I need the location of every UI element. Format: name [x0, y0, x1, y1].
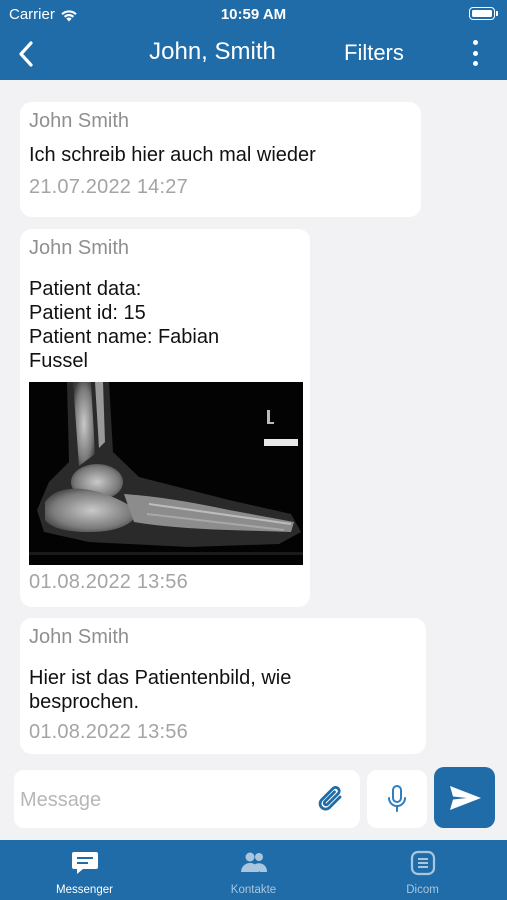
status-time: 10:59 AM: [220, 6, 287, 23]
attachment-icon[interactable]: [316, 783, 346, 815]
battery-icon: [469, 7, 498, 20]
message-sender: John Smith: [29, 237, 130, 259]
tab-dicom[interactable]: Dicom: [338, 840, 507, 900]
filters-button[interactable]: Filters: [344, 40, 404, 66]
tab-kontakte[interactable]: Kontakte: [169, 840, 338, 900]
message-text-line: besprochen.: [29, 691, 140, 713]
message-timestamp: 01.08.2022 13:56: [29, 721, 188, 743]
message-bubble[interactable]: John Smith Ich schreib hier auch mal wie…: [20, 102, 421, 217]
document-list-icon: [410, 850, 435, 876]
message-input[interactable]: Message: [14, 770, 360, 828]
message-text-line: Patient data:: [29, 278, 142, 300]
message-timestamp: 21.07.2022 14:27: [29, 176, 188, 198]
microphone-icon: [388, 785, 406, 812]
tab-bar: Messenger Kontakte Dicom: [0, 840, 507, 900]
message-text-line: Hier ist das Patientenbild, wie: [29, 667, 292, 689]
more-dot-icon: [472, 40, 478, 45]
message-bubble[interactable]: John Smith Hier ist das Patientenbild, w…: [20, 618, 426, 754]
message-text: Ich schreib hier auch mal wieder: [29, 144, 316, 166]
message-placeholder: Message: [20, 789, 102, 811]
more-options-button[interactable]: [471, 40, 479, 66]
tab-label: Messenger: [56, 884, 113, 896]
message-text-line: Fussel: [29, 350, 88, 372]
message-composer: Message: [0, 762, 507, 840]
send-icon: [449, 785, 481, 810]
chat-bubble-icon: [71, 852, 98, 874]
navigation-bar: John, Smith Filters: [0, 28, 507, 80]
message-text: Patient data: Patient id: 15 Patient nam…: [29, 277, 301, 373]
message-text-line: Patient name: Fabian: [29, 326, 220, 348]
message-bubble[interactable]: John Smith Patient data: Patient id: 15 …: [20, 229, 310, 607]
page-title: John, Smith: [149, 38, 276, 65]
xray-image[interactable]: [29, 382, 303, 565]
message-timestamp: 01.08.2022 13:56: [29, 571, 188, 593]
tab-label: Dicom: [406, 884, 439, 896]
tab-label: Kontakte: [230, 884, 277, 896]
top-bar: Carrier 10:59 AM John, Smith Filters: [0, 0, 507, 80]
more-dot-icon: [472, 50, 478, 56]
message-sender: John Smith: [29, 626, 130, 648]
message-sender: John Smith: [29, 110, 130, 132]
more-dot-icon: [472, 61, 478, 66]
tab-messenger[interactable]: Messenger: [0, 840, 169, 900]
send-button[interactable]: [434, 767, 495, 828]
message-text: Hier ist das Patientenbild, wie besproch…: [29, 666, 417, 714]
message-text-line: Patient id: 15: [29, 302, 146, 324]
status-bar: Carrier 10:59 AM: [0, 0, 507, 28]
chevron-left-icon: [19, 41, 33, 67]
people-icon: [240, 852, 267, 872]
microphone-button[interactable]: [367, 770, 427, 828]
back-button[interactable]: [8, 36, 44, 72]
